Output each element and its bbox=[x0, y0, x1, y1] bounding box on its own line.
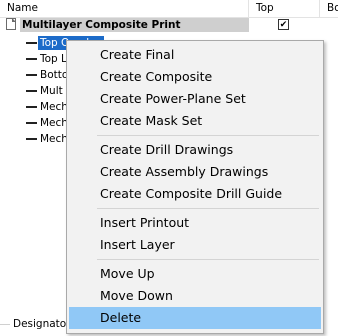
menu-separator bbox=[97, 259, 319, 260]
menu-item-create-power-plane-set[interactable]: Create Power-Plane Set bbox=[69, 88, 321, 110]
layer-icon bbox=[26, 138, 37, 140]
tree-item-label: Mech bbox=[40, 117, 68, 129]
menu-item-delete[interactable]: Delete bbox=[69, 307, 321, 329]
menu-item-create-mask-set[interactable]: Create Mask Set bbox=[69, 110, 321, 132]
menu-item-create-composite-drill-guide[interactable]: Create Composite Drill Guide bbox=[69, 183, 321, 205]
top-checkbox[interactable]: ✔ bbox=[278, 19, 289, 30]
column-top-header[interactable]: Top bbox=[249, 0, 320, 17]
root-label: Multilayer Composite Print bbox=[22, 19, 181, 31]
document-icon bbox=[6, 18, 16, 30]
layer-icon bbox=[26, 106, 37, 108]
tree-item-label: Top L bbox=[40, 53, 67, 65]
menu-item-create-drill-drawings[interactable]: Create Drill Drawings bbox=[69, 139, 321, 161]
column-header: Name Top Bo bbox=[0, 0, 338, 18]
tree-item-label: Botto bbox=[40, 69, 69, 81]
tree-item-label: Mech bbox=[40, 133, 68, 145]
layer-icon bbox=[26, 90, 37, 92]
menu-item-create-composite[interactable]: Create Composite bbox=[69, 66, 321, 88]
layer-icon bbox=[26, 58, 37, 60]
context-menu: Create Final Create Composite Create Power… bbox=[66, 40, 324, 334]
designator-label: Designato bbox=[10, 318, 70, 330]
menu-item-move-down[interactable]: Move Down bbox=[69, 285, 321, 307]
menu-item-insert-printout[interactable]: Insert Printout bbox=[69, 212, 321, 234]
layer-icon bbox=[26, 122, 37, 124]
menu-separator bbox=[97, 135, 319, 136]
menu-item-move-up[interactable]: Move Up bbox=[69, 263, 321, 285]
column-name-header[interactable]: Name bbox=[0, 0, 249, 17]
menu-separator bbox=[97, 208, 319, 209]
menu-item-create-assembly-drawings[interactable]: Create Assembly Drawings bbox=[69, 161, 321, 183]
tree-item-label: Mech bbox=[40, 101, 68, 113]
tree-item-label: Mult bbox=[40, 85, 63, 97]
column-bottom-header[interactable]: Bo bbox=[320, 0, 338, 17]
layer-icon bbox=[26, 74, 37, 76]
menu-item-insert-layer[interactable]: Insert Layer bbox=[69, 234, 321, 256]
layer-icon bbox=[26, 42, 37, 44]
tree-root-row[interactable]: Multilayer Composite Print ✔ bbox=[0, 18, 338, 32]
menu-item-create-final[interactable]: Create Final bbox=[69, 44, 321, 66]
